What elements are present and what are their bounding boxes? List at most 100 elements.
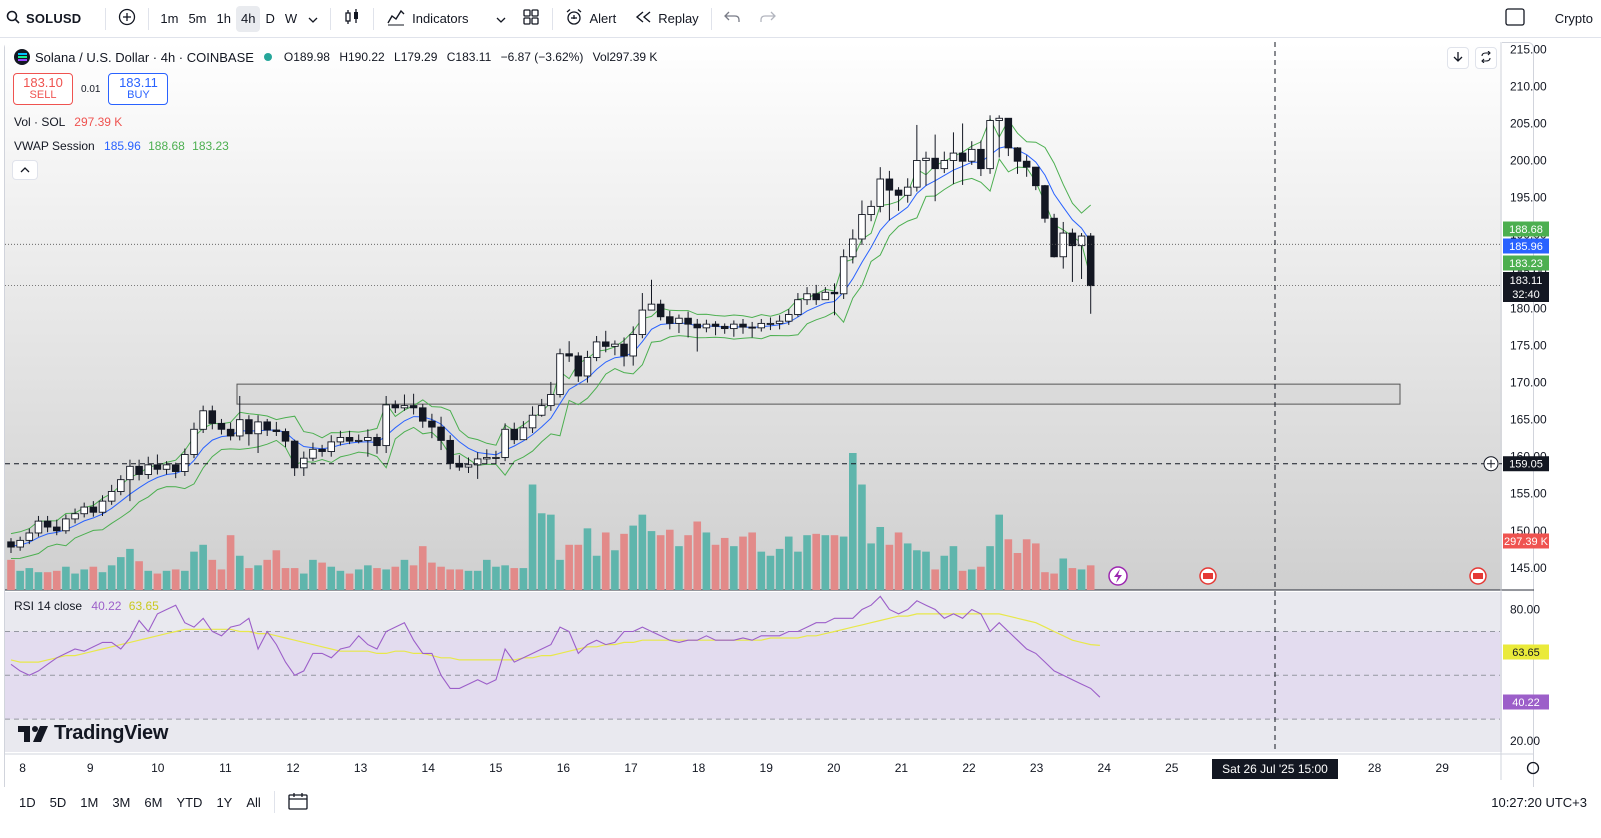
candle-body [574, 355, 583, 377]
candle-body [300, 457, 308, 469]
trade-panel: 183.10 SELL 0.01 183.11 BUY [13, 73, 169, 105]
range-3m[interactable]: 3M [105, 795, 137, 810]
candle-body [949, 152, 958, 161]
calendar-icon [288, 792, 308, 813]
candle-body [748, 326, 756, 329]
volume-bar [446, 569, 454, 590]
candle-body [281, 431, 290, 442]
candle-body [34, 520, 43, 534]
last-price-tag: 183.11 [1510, 275, 1543, 287]
collapse-legend-button[interactable] [12, 160, 38, 180]
candle-body [153, 464, 162, 470]
candle-body [1068, 232, 1077, 247]
price-axis-tick: 170.00 [1510, 376, 1547, 390]
volume-bar [794, 551, 802, 590]
volume-bar [620, 533, 628, 590]
time-axis-tick: 29 [1436, 761, 1450, 775]
candle-body [876, 178, 885, 207]
candle-body [702, 323, 711, 329]
volume-bar [986, 546, 994, 590]
volume-bar [601, 532, 610, 590]
rsi-indicator-legend[interactable]: RSI 14 close 40.22 63.65 [14, 599, 159, 613]
volume-bar [7, 559, 15, 590]
volume-bar [89, 566, 98, 590]
vwap-indicator-legend[interactable]: VWAP Session 185.96 188.68 183.23 [14, 139, 229, 153]
candle-body [364, 436, 372, 441]
range-5d[interactable]: 5D [43, 795, 74, 810]
volume-bar [117, 557, 125, 590]
vwap-price-tag: 185.96 [1509, 241, 1543, 253]
volume-bar [135, 561, 143, 590]
ohlc-values: O189.98 H190.22 L179.29 C183.11 −6.87 (−… [284, 50, 663, 64]
volume-bar [583, 528, 592, 590]
candle-body [693, 323, 702, 329]
candle-body [16, 539, 24, 548]
time-axis-tick: 23 [1030, 761, 1044, 775]
volume-bar [455, 569, 464, 590]
chart-canvas[interactable]: 145.00150.00155.00160.00165.00170.00175.… [0, 0, 1601, 838]
range-1d[interactable]: 1D [12, 795, 43, 810]
solana-coin-icon [14, 49, 30, 65]
sell-button[interactable]: 183.10 SELL [13, 73, 73, 105]
us-flag-stripes [1203, 573, 1213, 579]
volume-bar [354, 569, 363, 590]
candle-body [7, 541, 15, 548]
date-range-button[interactable] [281, 792, 315, 813]
volume-bar [739, 536, 747, 590]
candle-body [611, 343, 619, 347]
spread-value: 0.01 [81, 83, 101, 95]
arrow-down-icon [1453, 51, 1463, 66]
range-all[interactable]: All [239, 795, 267, 810]
candle-body [519, 427, 528, 441]
candle-body [629, 334, 637, 357]
candle-body [711, 323, 720, 327]
candle-body [1041, 185, 1049, 219]
volume-bar [1022, 539, 1031, 590]
candle-body [318, 448, 326, 452]
tradingview-logo: TradingView [18, 722, 168, 745]
volume-bar [34, 572, 43, 590]
candle-body [647, 303, 656, 311]
volume-bar [839, 536, 848, 590]
scroll-down-button[interactable] [1447, 47, 1469, 69]
volume-bar [903, 543, 912, 590]
range-1y[interactable]: 1Y [209, 795, 239, 810]
volume-bar [574, 544, 583, 590]
volume-bar [528, 484, 537, 590]
volume-bar [958, 570, 967, 590]
volume-bar [967, 569, 976, 590]
volume-bar [107, 565, 116, 590]
candle-body [510, 428, 519, 441]
candle-body [656, 303, 665, 318]
candle-body [1013, 147, 1022, 162]
volume-bar [364, 565, 372, 590]
lower-band-price-tag: 183.23 [1509, 258, 1543, 270]
volume-bar [757, 551, 766, 590]
rsi-ma-indicator-value: 63.65 [128, 599, 159, 613]
rsi-ma-price-tag: 63.65 [1512, 647, 1540, 659]
support-zone-rectangle [236, 383, 1401, 405]
volume-bar [830, 535, 839, 590]
volume-bar [1013, 553, 1022, 590]
price-pane-background [5, 42, 1502, 590]
volume-bar [437, 566, 445, 590]
volume-bar [226, 535, 235, 590]
sell-label: SELL [29, 89, 57, 101]
market-open-dot [263, 53, 272, 61]
clock-timezone[interactable]: 10:27:20 UTC+3 [1491, 795, 1587, 810]
settings-gear-icon [1526, 761, 1540, 775]
volume-bar [492, 566, 500, 590]
volume-bar [290, 568, 299, 590]
range-1m[interactable]: 1M [73, 795, 105, 810]
range-6m[interactable]: 6M [137, 795, 169, 810]
symbol-legend: Solana / U.S. Dollar · 4h · COINBASE O18… [14, 49, 663, 65]
volume-bar [80, 569, 88, 590]
volume-bar [684, 535, 692, 590]
candle-body [217, 422, 226, 430]
volume-indicator-legend[interactable]: Vol · SOL 297.39 K [14, 115, 122, 129]
reset-chart-button[interactable] [1475, 47, 1497, 69]
buy-button[interactable]: 183.11 BUY [108, 73, 169, 105]
candle-body [684, 317, 692, 325]
volume-bar [327, 566, 336, 590]
range-ytd[interactable]: YTD [169, 795, 209, 810]
